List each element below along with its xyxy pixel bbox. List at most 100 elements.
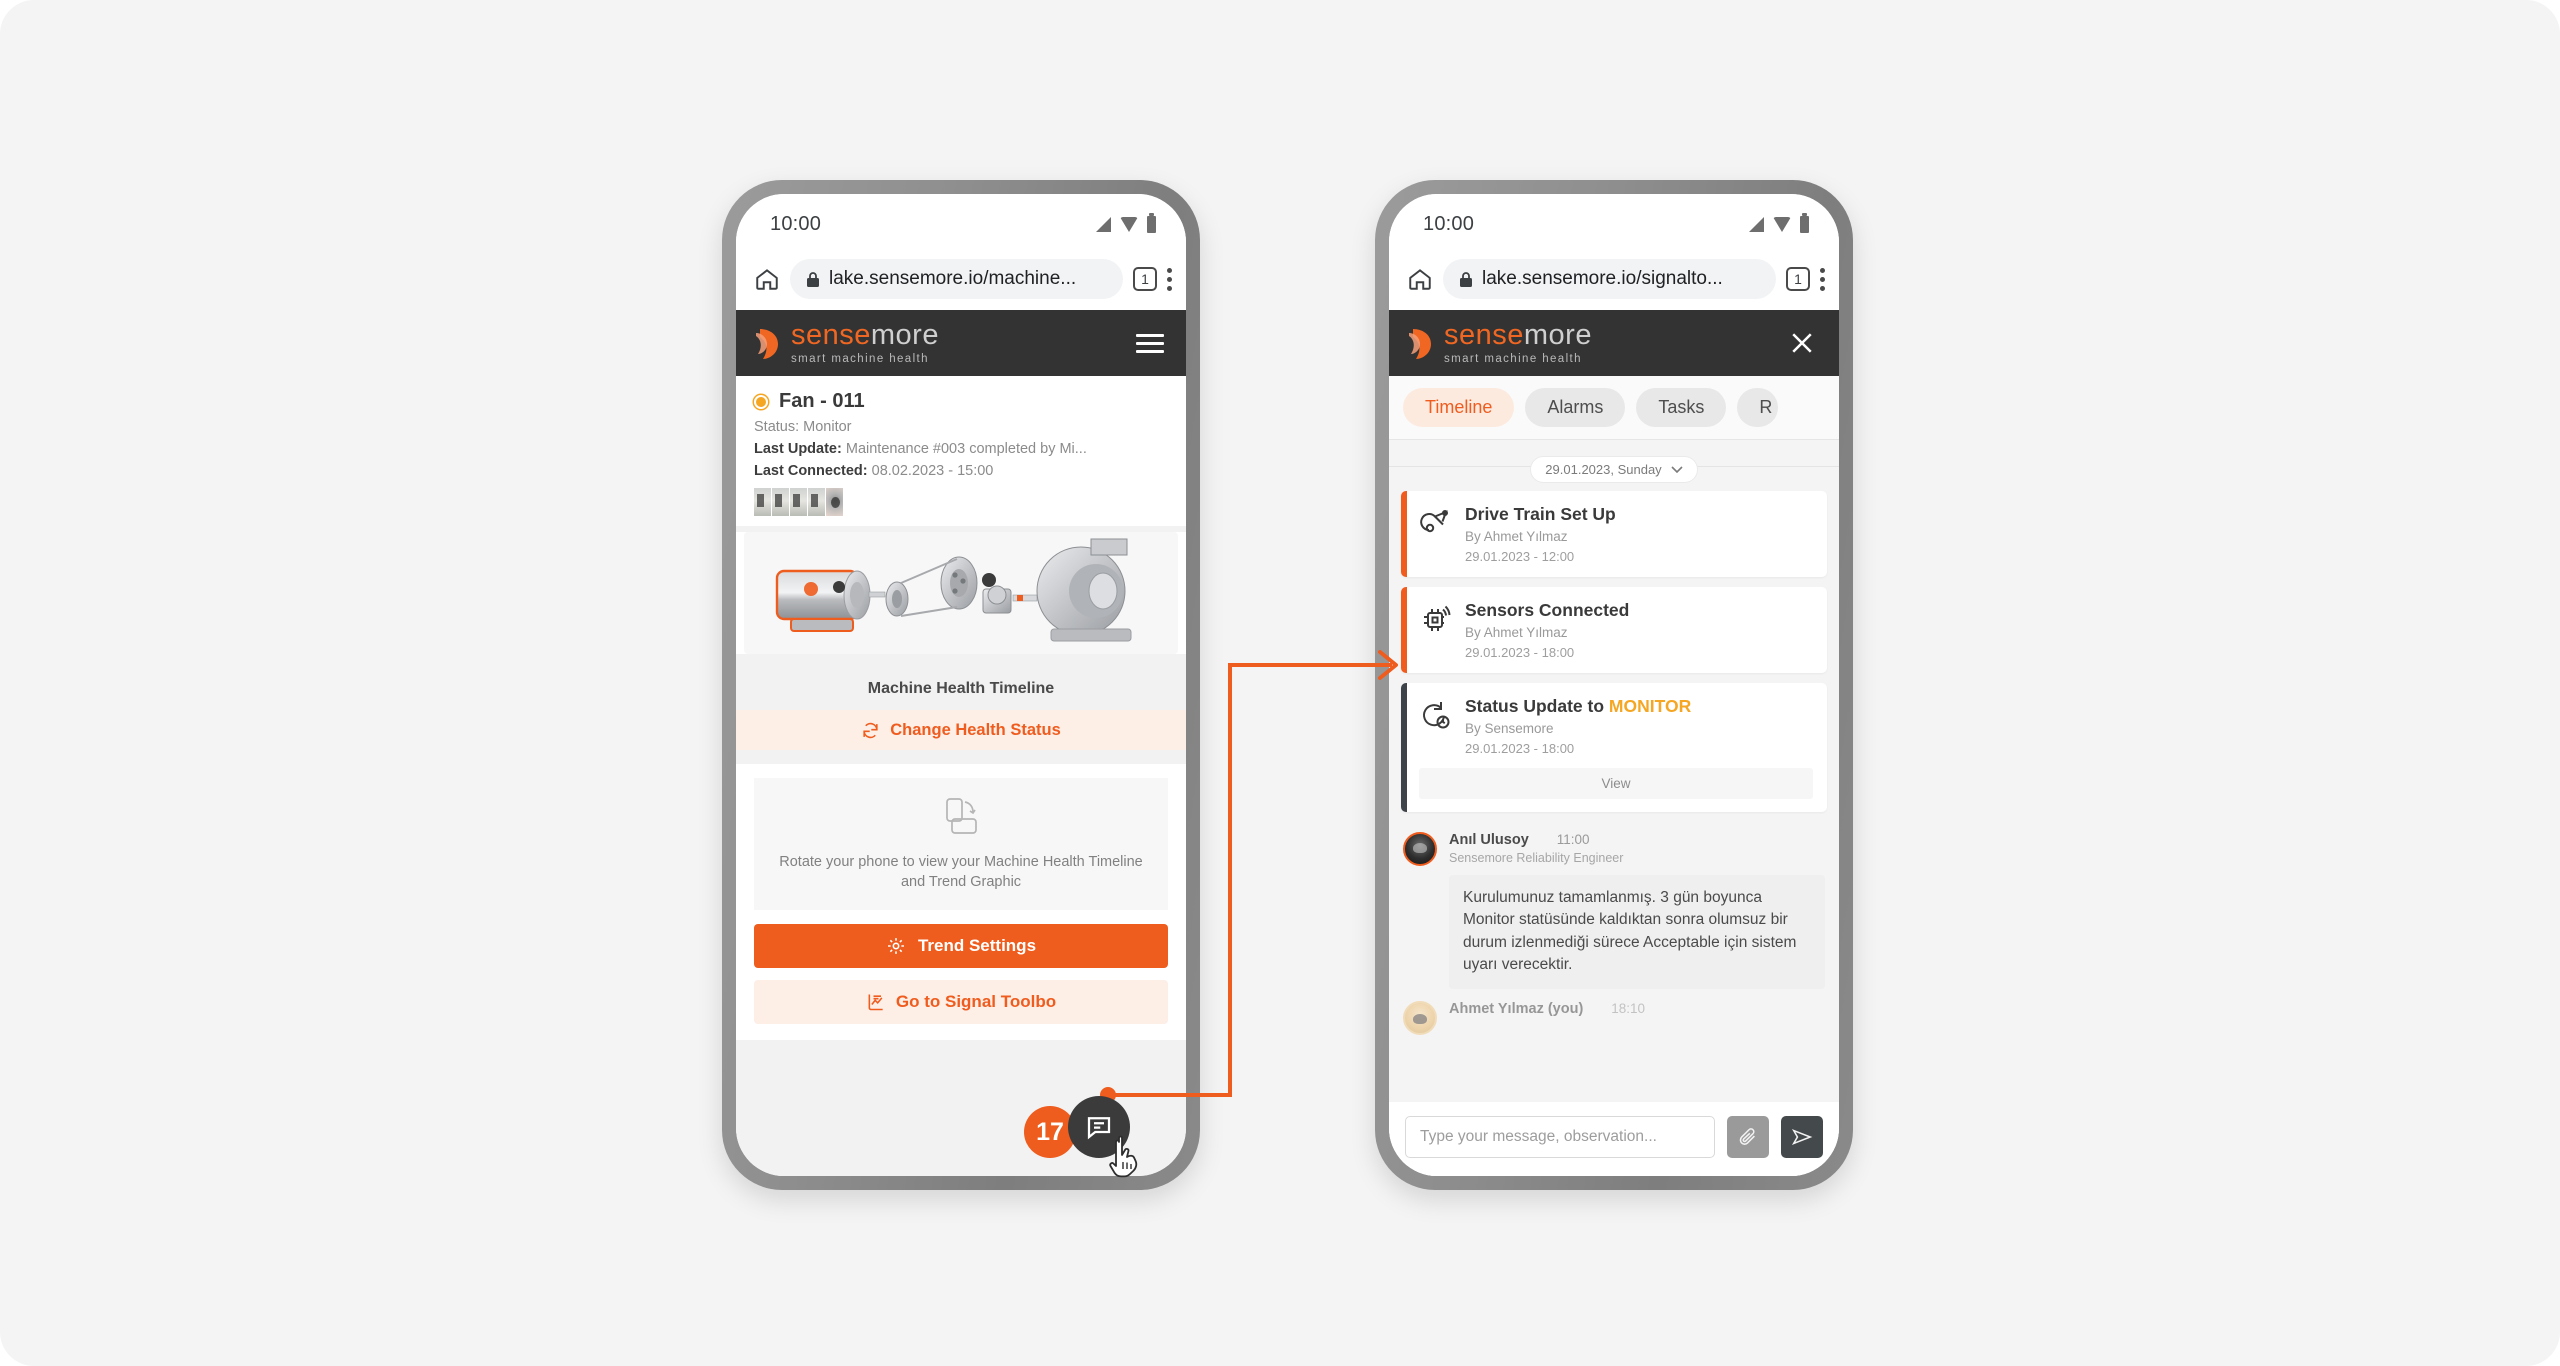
status-bar-right: 10:00 bbox=[1389, 194, 1839, 248]
brand-name: sensemore bbox=[1444, 318, 1592, 351]
signal-icon bbox=[1096, 216, 1111, 232]
go-to-signal-toolbox-label: Go to Signal Toolbo bbox=[895, 992, 1057, 1012]
send-icon bbox=[1791, 1129, 1813, 1145]
address-bar[interactable]: lake.sensemore.io/signalto... bbox=[1443, 259, 1776, 299]
message-input[interactable]: Type your message, observation... bbox=[1405, 1116, 1715, 1158]
lock-icon bbox=[807, 271, 819, 287]
paperclip-icon bbox=[1739, 1128, 1755, 1145]
message-name-row: Ahmet Yılmaz (you) 18:10 bbox=[1449, 1001, 1825, 1017]
kebab-menu-icon[interactable] bbox=[1820, 267, 1825, 291]
thumbnail[interactable] bbox=[754, 488, 772, 516]
status-icons bbox=[1096, 212, 1156, 233]
thumbnail[interactable] bbox=[808, 488, 826, 516]
message-author: Anıl Ulusoy bbox=[1449, 832, 1529, 848]
rotate-hint-text: Rotate your phone to view your Machine H… bbox=[779, 854, 1143, 890]
phone-right-screen: 10:00 lake.sensemore.io/signalto... 1 se… bbox=[1389, 194, 1839, 1176]
last-connected-value: 08.02.2023 - 15:00 bbox=[871, 463, 994, 479]
message-header: Anıl Ulusoy 11:00 Sensemore Reliability … bbox=[1389, 822, 1839, 866]
machine-last-connected: Last Connected: 08.02.2023 - 15:00 bbox=[754, 463, 1168, 479]
lock-icon bbox=[1460, 271, 1472, 287]
rotate-phone-icon bbox=[946, 798, 977, 834]
hamburger-icon[interactable] bbox=[1136, 333, 1164, 353]
app-header: sensemore smart machine health bbox=[736, 310, 1186, 376]
timeline-event-author: By Sensemore bbox=[1465, 721, 1554, 736]
message-header: Ahmet Yılmaz (you) 18:10 bbox=[1389, 989, 1839, 1035]
refresh-icon bbox=[863, 722, 878, 738]
attach-button[interactable] bbox=[1727, 1116, 1769, 1158]
sensemore-logo-icon bbox=[1409, 329, 1431, 359]
brand-text: sensemore smart machine health bbox=[1444, 318, 1592, 366]
change-health-status-label: Change Health Status bbox=[890, 720, 1061, 739]
timeline-card-texts: Status Update to MONITOR By Sensemore 29… bbox=[1465, 696, 1813, 756]
timeline-event-card[interactable]: Sensors Connected By Ahmet Yılmaz 29.01.… bbox=[1401, 587, 1827, 673]
send-button[interactable] bbox=[1781, 1116, 1823, 1158]
message-meta: Anıl Ulusoy 11:00 Sensemore Reliability … bbox=[1449, 832, 1825, 866]
timeline-event-date: 29.01.2023 - 12:00 bbox=[1465, 549, 1575, 564]
machine-status: Status: Monitor bbox=[754, 419, 852, 435]
status-bar: 10:00 bbox=[736, 194, 1186, 248]
machine-diagram bbox=[744, 532, 1178, 654]
timeline-card-body: Drive Train Set Up By Ahmet Yılmaz 29.01… bbox=[1407, 491, 1827, 577]
message-name-row: Anıl Ulusoy 11:00 bbox=[1449, 832, 1825, 848]
message-bubble: Kurulumunuz tamamlanmış. 3 gün boyunca M… bbox=[1449, 875, 1825, 989]
right-content: Timeline Alarms Tasks R 29.01.2023, Sund… bbox=[1389, 376, 1839, 1176]
message-author: Ahmet Yılmaz (you) bbox=[1449, 1000, 1584, 1017]
tab-reports[interactable]: R bbox=[1737, 388, 1779, 427]
timeline-event-title: Sensors Connected bbox=[1465, 600, 1630, 620]
close-icon[interactable] bbox=[1787, 328, 1817, 358]
tab-count-button[interactable]: 1 bbox=[1133, 267, 1157, 291]
timeline-event-card[interactable]: Status Update to MONITOR By Sensemore 29… bbox=[1401, 683, 1827, 812]
tabs-row: Timeline Alarms Tasks R bbox=[1389, 376, 1839, 440]
timeline-card-body: Status Update to MONITOR By Sensemore 29… bbox=[1407, 683, 1827, 812]
timeline-event-date: 29.01.2023 - 18:00 bbox=[1465, 645, 1575, 660]
thumbnail[interactable] bbox=[826, 488, 844, 516]
status-time: 10:00 bbox=[1423, 212, 1475, 235]
kebab-menu-icon[interactable] bbox=[1167, 267, 1172, 291]
home-icon[interactable] bbox=[1407, 266, 1433, 292]
brand-text: sensemore smart machine health bbox=[791, 318, 939, 366]
wifi-icon bbox=[1120, 216, 1138, 232]
brand-logo-group: sensemore smart machine health bbox=[1407, 318, 1592, 366]
url-text: lake.sensemore.io/machine... bbox=[829, 268, 1077, 289]
timeline-card-top: Sensors Connected By Ahmet Yılmaz 29.01.… bbox=[1419, 600, 1813, 660]
tab-alarms[interactable]: Alarms bbox=[1525, 388, 1626, 427]
brand-tagline: smart machine health bbox=[791, 352, 929, 365]
brand-name: sensemore bbox=[791, 318, 939, 351]
fan-drive-train-illustration bbox=[775, 538, 1132, 642]
status-dot-icon bbox=[754, 394, 768, 409]
view-button[interactable]: View bbox=[1419, 768, 1813, 799]
status-icons bbox=[1749, 212, 1809, 233]
timeline-event-card[interactable]: Drive Train Set Up By Ahmet Yılmaz 29.01… bbox=[1401, 491, 1827, 577]
app-header-right: sensemore smart machine health bbox=[1389, 310, 1839, 376]
tab-timeline[interactable]: Timeline bbox=[1403, 388, 1515, 427]
address-bar[interactable]: lake.sensemore.io/machine... bbox=[790, 259, 1123, 299]
status-time: 10:00 bbox=[770, 212, 822, 235]
timeline-event-title: Status Update to MONITOR bbox=[1465, 696, 1813, 717]
tab-count-button[interactable]: 1 bbox=[1786, 267, 1810, 291]
flow-connector-arrow bbox=[1100, 650, 1398, 1103]
status-update-prefix: Status Update to bbox=[1465, 696, 1609, 716]
date-separator: 29.01.2023, Sunday bbox=[1389, 440, 1839, 491]
trend-settings-label: Trend Settings bbox=[917, 936, 1037, 956]
machine-info-card: Fan - 011 Status: Monitor Last Update: M… bbox=[736, 376, 1186, 526]
timeline-card-top: Status Update to MONITOR By Sensemore 29… bbox=[1419, 696, 1813, 756]
message-time: 18:10 bbox=[1611, 1000, 1646, 1016]
date-chip[interactable]: 29.01.2023, Sunday bbox=[1530, 456, 1698, 483]
timeline-card-body: Sensors Connected By Ahmet Yılmaz 29.01.… bbox=[1407, 587, 1827, 673]
brand-tagline: smart machine health bbox=[1444, 352, 1582, 365]
thumbnail[interactable] bbox=[772, 488, 790, 516]
timeline-card-texts: Sensors Connected By Ahmet Yılmaz 29.01.… bbox=[1465, 600, 1813, 660]
tab-tasks[interactable]: Tasks bbox=[1636, 388, 1727, 427]
machine-illustration-card bbox=[736, 532, 1186, 654]
machine-thumbnails[interactable] bbox=[754, 488, 1168, 516]
message-meta: Ahmet Yılmaz (you) 18:10 bbox=[1449, 1001, 1825, 1035]
timeline-event-date: 29.01.2023 - 18:00 bbox=[1465, 741, 1575, 756]
thumbnail[interactable] bbox=[790, 488, 808, 516]
home-icon[interactable] bbox=[754, 266, 780, 292]
battery-icon bbox=[1800, 212, 1809, 233]
sensor-chip-icon bbox=[1424, 605, 1451, 631]
message-time: 11:00 bbox=[1556, 832, 1590, 847]
drive-train-icon bbox=[1420, 510, 1448, 533]
page-root: 10:00 lake.sensemore.io/machine... 1 sen… bbox=[0, 0, 2560, 1366]
date-chip-label: 29.01.2023, Sunday bbox=[1545, 462, 1662, 477]
